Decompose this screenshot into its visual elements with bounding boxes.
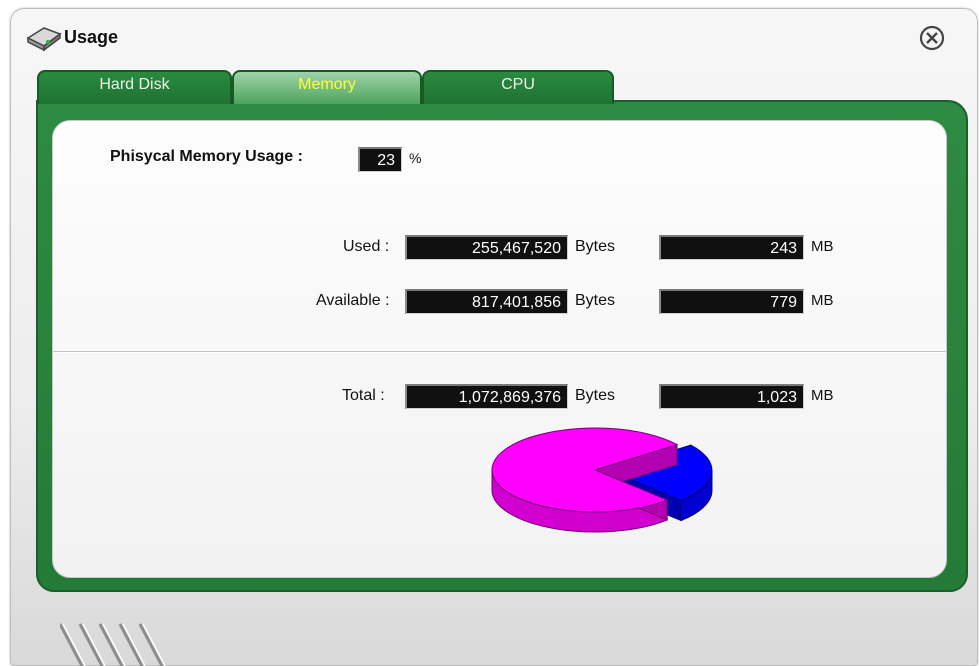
section-divider <box>53 351 946 353</box>
memory-usage-percent: 23 <box>358 147 402 172</box>
total-mb-unit: MB <box>811 387 834 404</box>
available-mb-value: 779 <box>659 289 804 314</box>
total-mb-value: 1,023 <box>659 384 804 409</box>
used-mb-value: 243 <box>659 235 804 260</box>
close-icon[interactable] <box>916 22 948 54</box>
available-label: Available : <box>316 292 390 309</box>
available-bytes-unit: Bytes <box>575 292 616 309</box>
disk-drive-icon <box>26 27 62 52</box>
total-label: Total : <box>342 387 385 404</box>
used-mb-unit: MB <box>811 238 834 255</box>
used-label: Used : <box>343 238 390 255</box>
tab-memory[interactable]: Memory <box>232 70 422 104</box>
used-bytes-value: 255,467,520 <box>405 235 568 260</box>
tab-hard-disk[interactable]: Hard Disk <box>37 70 232 104</box>
memory-usage-label: Phisycal Memory Usage : <box>110 148 303 165</box>
available-bytes-value: 817,401,856 <box>405 289 568 314</box>
used-bytes-unit: Bytes <box>575 238 616 255</box>
total-bytes-value: 1,072,869,376 <box>405 384 568 409</box>
available-mb-unit: MB <box>811 292 834 309</box>
window-title: Usage <box>64 27 119 47</box>
memory-usage-unit: % <box>409 150 422 166</box>
tab-cpu[interactable]: CPU <box>422 70 614 104</box>
memory-pie-chart <box>491 427 713 533</box>
grip-stripes-decoration <box>60 623 166 666</box>
total-bytes-unit: Bytes <box>575 387 616 404</box>
